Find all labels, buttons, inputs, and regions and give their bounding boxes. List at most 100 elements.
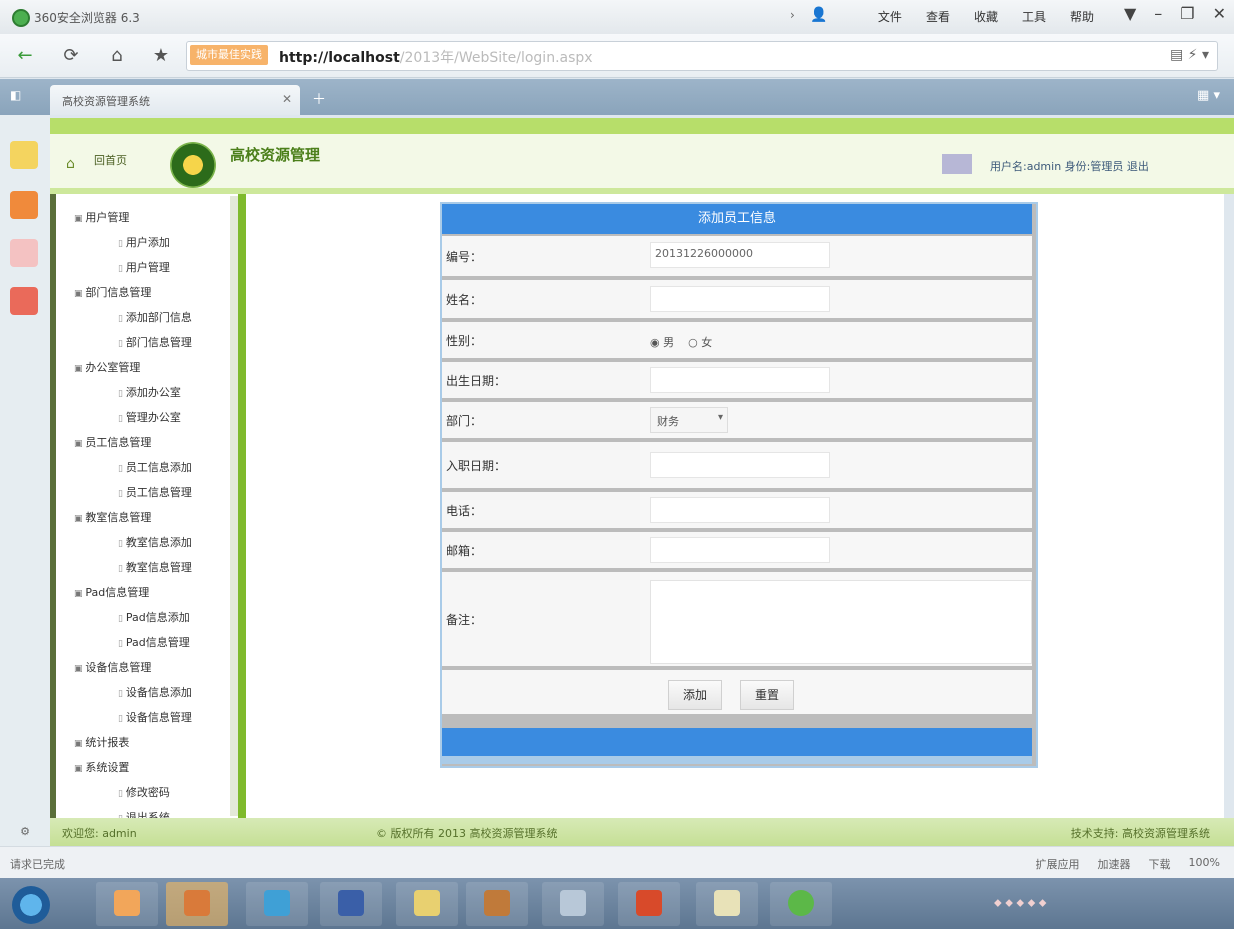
app-icon	[264, 890, 290, 916]
actions-label	[446, 670, 632, 714]
taskbar-app-9[interactable]	[696, 882, 758, 926]
sidebar-group[interactable]: 用户管理	[74, 206, 192, 231]
tab-list-icon[interactable]: ▦ ▾	[1197, 88, 1220, 103]
sidebar-item[interactable]: Pad信息添加	[74, 606, 192, 631]
taskbar-app-3[interactable]	[246, 882, 308, 926]
user-icon[interactable]: 👤	[810, 7, 828, 25]
browser-navbar: ← ⟳ ⌂ ★ 城市最佳实践 http://localhost/2013年/We…	[0, 34, 1234, 78]
add-button[interactable]: 添加	[668, 680, 722, 710]
sidebar-group[interactable]: 员工信息管理	[74, 431, 192, 456]
sidebar-item[interactable]: 部门信息管理	[74, 331, 192, 356]
favorite-star-icon[interactable]: ★	[148, 43, 174, 69]
phone-field[interactable]	[650, 497, 830, 523]
minimize-button[interactable]: –	[1154, 4, 1162, 23]
sidebar-group[interactable]: 系统设置	[74, 756, 192, 781]
birth-field[interactable]	[650, 367, 830, 393]
system-tray: ⬥ ⬥ ⬥ ⬥ ⬥	[924, 884, 1214, 924]
taskbar-app-5[interactable]	[396, 882, 458, 926]
address-url[interactable]: http://localhost/2013年/WebSite/login.asp…	[279, 47, 593, 67]
sidebar-item[interactable]: 用户添加	[74, 231, 192, 256]
dept-select[interactable]: 财务 ▾	[650, 407, 728, 433]
taskbar-app-10[interactable]	[770, 882, 832, 926]
sidebar-item[interactable]: 设备信息管理	[74, 706, 192, 731]
home-icon[interactable]: ⌂	[66, 156, 75, 172]
sidebar-item[interactable]: 修改密码	[74, 781, 192, 806]
tab-close-icon[interactable]: ✕	[282, 92, 292, 106]
home-link[interactable]: 回首页	[94, 152, 127, 168]
expand-arrow-icon[interactable]: ›	[790, 8, 795, 22]
home-icon[interactable]: ⌂	[104, 43, 130, 69]
reset-button[interactable]: 重置	[740, 680, 794, 710]
maximize-button[interactable]: ❐	[1180, 4, 1194, 23]
sidebar-group[interactable]: 设备信息管理	[74, 656, 192, 681]
sidebar-group[interactable]: Pad信息管理	[74, 581, 192, 606]
dock-weibo-icon[interactable]	[10, 287, 38, 315]
gender-male-radio[interactable]: ◉ 男	[650, 336, 674, 349]
refresh-icon[interactable]: ⟳	[58, 43, 84, 69]
taskbar-app-4[interactable]	[320, 882, 382, 926]
address-bar[interactable]: 城市最佳实践 http://localhost/2013年/WebSite/lo…	[186, 41, 1218, 71]
taskbar-app-8[interactable]	[618, 882, 680, 926]
browser-title: 360安全浏览器 6.3	[34, 11, 140, 25]
app-footer: 欢迎您: admin © 版权所有 2013 高校资源管理系统 技术支持: 高校…	[50, 818, 1234, 846]
status-accelerator[interactable]: 加速器	[1098, 856, 1131, 872]
menu-tools[interactable]: 工具	[1022, 8, 1046, 25]
chevron-down-icon: ▾	[717, 412, 723, 423]
start-button-icon[interactable]	[12, 886, 50, 924]
back-arrow-icon[interactable]: ←	[12, 43, 38, 69]
status-extensions[interactable]: 扩展应用	[1036, 856, 1080, 872]
sidebar-item[interactable]: 员工信息添加	[74, 456, 192, 481]
sidebar-group[interactable]: 统计报表	[74, 731, 192, 756]
entry-date-field[interactable]	[650, 452, 830, 478]
browser-statusbar: 请求已完成 扩展应用 加速器 下载 100%	[0, 846, 1234, 878]
app-icon	[484, 890, 510, 916]
menu-favorites[interactable]: 收藏	[974, 8, 998, 25]
menu-file[interactable]: 文件	[878, 8, 902, 25]
note-textarea[interactable]	[650, 580, 1032, 664]
sidebar-item[interactable]: 添加办公室	[74, 381, 192, 406]
address-tools-icon[interactable]: ▤ ⚡ ▾	[1170, 47, 1209, 63]
sidebar-toggle-icon[interactable]: ◧	[10, 88, 32, 106]
sidebar-item[interactable]: 设备信息添加	[74, 681, 192, 706]
sidebar-item[interactable]: Pad信息管理	[74, 631, 192, 656]
status-zoom[interactable]: 100%	[1189, 856, 1220, 872]
tray-icons[interactable]: ⬥ ⬥ ⬥ ⬥ ⬥	[994, 896, 1047, 910]
email-field[interactable]	[650, 537, 830, 563]
sidebar-scrollbar[interactable]	[230, 196, 238, 816]
sidebar-item[interactable]: 用户管理	[74, 256, 192, 281]
sidebar-item[interactable]: 员工信息管理	[74, 481, 192, 506]
sidebar-group[interactable]: 教室信息管理	[74, 506, 192, 531]
sidebar-group[interactable]: 办公室管理	[74, 356, 192, 381]
sidebar-item[interactable]: 教室信息添加	[74, 531, 192, 556]
app-name: 高校资源管理	[230, 146, 321, 164]
status-download[interactable]: 下载	[1149, 856, 1171, 872]
entry-label: 入职日期：	[446, 458, 507, 473]
sidebar-item[interactable]: 管理办公室	[74, 406, 192, 431]
browser-titlebar: 360安全浏览器 6.3 › 👤 文件 查看 收藏 工具 帮助 ▼ – ❐ ✕	[0, 0, 1234, 34]
app-logo-icon	[170, 142, 216, 188]
sidebar-item[interactable]: 添加部门信息	[74, 306, 192, 331]
skin-icon[interactable]: ▼	[1124, 4, 1136, 23]
taskbar-app-7[interactable]	[542, 882, 604, 926]
dock-settings-icon[interactable]: ⚙	[0, 818, 50, 846]
id-field[interactable]: 20131226000000	[650, 242, 830, 268]
menu-view[interactable]: 查看	[926, 8, 950, 25]
app-icon	[184, 890, 210, 916]
dock-notes-icon[interactable]	[10, 239, 38, 267]
close-button[interactable]: ✕	[1213, 4, 1226, 23]
sidebar-item[interactable]: 教室信息管理	[74, 556, 192, 581]
name-field[interactable]	[650, 286, 830, 312]
gender-female-radio[interactable]: ○ 女	[688, 336, 712, 349]
dock-favorites-icon[interactable]	[10, 141, 38, 169]
sidebar-tree: 用户管理用户添加用户管理部门信息管理添加部门信息部门信息管理办公室管理添加办公室…	[74, 206, 192, 856]
taskbar-app-1[interactable]	[96, 882, 158, 926]
taskbar-app-2[interactable]	[166, 882, 228, 926]
form-row-phone: 电话：	[442, 492, 1032, 528]
menu-help[interactable]: 帮助	[1070, 8, 1094, 25]
dock-apps-icon[interactable]	[10, 191, 38, 219]
sidebar-group[interactable]: 部门信息管理	[74, 281, 192, 306]
tab-active[interactable]: 高校资源管理系统 ✕	[50, 85, 300, 115]
taskbar-app-6[interactable]	[466, 882, 528, 926]
new-tab-icon[interactable]: ＋	[312, 89, 326, 109]
main-content: 添加员工信息 编号： 20131226000000 姓名： 性别： ◉ 男 ○ …	[246, 194, 1224, 818]
